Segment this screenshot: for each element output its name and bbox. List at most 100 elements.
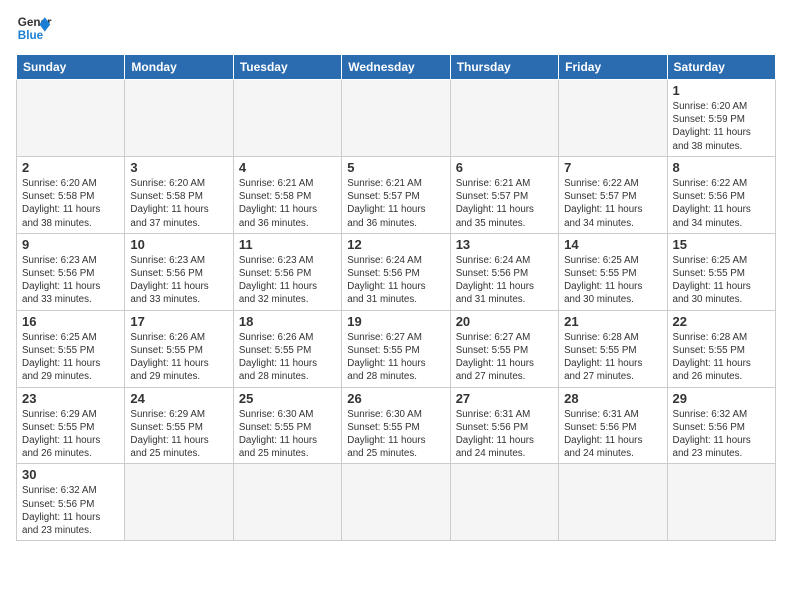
day-info: Sunrise: 6:21 AM Sunset: 5:57 PM Dayligh… [456,177,553,230]
day-info: Sunrise: 6:29 AM Sunset: 5:55 PM Dayligh… [22,408,119,461]
calendar-day-cell [125,464,233,541]
calendar-day-cell: 28 Sunrise: 6:31 AM Sunset: 5:56 PM Dayli… [559,387,667,464]
calendar-day-cell [17,80,125,157]
calendar-day-cell: 26 Sunrise: 6:30 AM Sunset: 5:55 PM Dayli… [342,387,450,464]
calendar-day-cell: 4 Sunrise: 6:21 AM Sunset: 5:58 PM Daylig… [233,156,341,233]
day-number: 21 [564,314,661,329]
day-number: 20 [456,314,553,329]
calendar-header-saturday: Saturday [667,55,775,80]
calendar-day-cell [559,80,667,157]
day-number: 29 [673,391,770,406]
calendar-day-cell: 5Sunrise: 6:21 AM Sunset: 5:57 PM Daylig… [342,156,450,233]
day-info: Sunrise: 6:26 AM Sunset: 5:55 PM Dayligh… [239,331,336,384]
day-number: 19 [347,314,444,329]
day-number: 4 [239,160,336,175]
day-number: 26 [347,391,444,406]
day-number: 1 [673,83,770,98]
day-info: Sunrise: 6:28 AM Sunset: 5:55 PM Dayligh… [673,331,770,384]
calendar-day-cell [342,80,450,157]
day-info: Sunrise: 6:29 AM Sunset: 5:55 PM Dayligh… [130,408,227,461]
calendar-day-cell: 3Sunrise: 6:20 AM Sunset: 5:58 PM Daylig… [125,156,233,233]
day-info: Sunrise: 6:22 AM Sunset: 5:57 PM Dayligh… [564,177,661,230]
day-info: Sunrise: 6:23 AM Sunset: 5:56 PM Dayligh… [130,254,227,307]
day-number: 17 [130,314,227,329]
calendar-day-cell: 7 Sunrise: 6:22 AM Sunset: 5:57 PM Daylig… [559,156,667,233]
day-number: 24 [130,391,227,406]
calendar-day-cell: 18 Sunrise: 6:26 AM Sunset: 5:55 PM Dayli… [233,310,341,387]
calendar-day-cell: 15Sunrise: 6:25 AM Sunset: 5:55 PM Dayli… [667,233,775,310]
day-number: 13 [456,237,553,252]
day-number: 2 [22,160,119,175]
calendar-day-cell: 30Sunrise: 6:32 AM Sunset: 5:56 PM Dayli… [17,464,125,541]
day-number: 22 [673,314,770,329]
calendar-day-cell: 19 Sunrise: 6:27 AM Sunset: 5:55 PM Dayli… [342,310,450,387]
day-info: Sunrise: 6:31 AM Sunset: 5:56 PM Dayligh… [564,408,661,461]
day-number: 8 [673,160,770,175]
calendar-day-cell: 29 Sunrise: 6:32 AM Sunset: 5:56 PM Dayli… [667,387,775,464]
day-info: Sunrise: 6:25 AM Sunset: 5:55 PM Dayligh… [564,254,661,307]
day-info: Sunrise: 6:24 AM Sunset: 5:56 PM Dayligh… [347,254,444,307]
calendar-week-row: 23 Sunrise: 6:29 AM Sunset: 5:55 PM Dayli… [17,387,776,464]
calendar-day-cell [450,464,558,541]
calendar-day-cell: 9Sunrise: 6:23 AM Sunset: 5:56 PM Daylig… [17,233,125,310]
calendar-day-cell [450,80,558,157]
day-info: Sunrise: 6:21 AM Sunset: 5:57 PM Dayligh… [347,177,444,230]
day-info: Sunrise: 6:21 AM Sunset: 5:58 PM Dayligh… [239,177,336,230]
day-info: Sunrise: 6:24 AM Sunset: 5:56 PM Dayligh… [456,254,553,307]
calendar-day-cell: 20 Sunrise: 6:27 AM Sunset: 5:55 PM Dayli… [450,310,558,387]
calendar-day-cell [667,464,775,541]
calendar-day-cell: 16 Sunrise: 6:25 AM Sunset: 5:55 PM Dayli… [17,310,125,387]
day-number: 16 [22,314,119,329]
day-info: Sunrise: 6:23 AM Sunset: 5:56 PM Dayligh… [239,254,336,307]
day-info: Sunrise: 6:27 AM Sunset: 5:55 PM Dayligh… [347,331,444,384]
header: General Blue [16,10,776,46]
calendar-week-row: 2 Sunrise: 6:20 AM Sunset: 5:58 PM Daylig… [17,156,776,233]
day-info: Sunrise: 6:25 AM Sunset: 5:55 PM Dayligh… [22,331,119,384]
calendar-day-cell [559,464,667,541]
day-number: 7 [564,160,661,175]
calendar-day-cell: 21 Sunrise: 6:28 AM Sunset: 5:55 PM Dayli… [559,310,667,387]
calendar-day-cell [342,464,450,541]
day-number: 23 [22,391,119,406]
day-info: Sunrise: 6:27 AM Sunset: 5:55 PM Dayligh… [456,331,553,384]
calendar-day-cell: 8 Sunrise: 6:22 AM Sunset: 5:56 PM Daylig… [667,156,775,233]
calendar-week-row: 9Sunrise: 6:23 AM Sunset: 5:56 PM Daylig… [17,233,776,310]
calendar-day-cell: 13 Sunrise: 6:24 AM Sunset: 5:56 PM Dayli… [450,233,558,310]
day-info: Sunrise: 6:23 AM Sunset: 5:56 PM Dayligh… [22,254,119,307]
day-info: Sunrise: 6:31 AM Sunset: 5:56 PM Dayligh… [456,408,553,461]
calendar-day-cell [233,464,341,541]
generalblue-logo-icon: General Blue [16,10,52,46]
day-info: Sunrise: 6:32 AM Sunset: 5:56 PM Dayligh… [673,408,770,461]
calendar-day-cell: 25Sunrise: 6:30 AM Sunset: 5:55 PM Dayli… [233,387,341,464]
calendar-day-cell: 12Sunrise: 6:24 AM Sunset: 5:56 PM Dayli… [342,233,450,310]
day-number: 18 [239,314,336,329]
day-info: Sunrise: 6:20 AM Sunset: 5:59 PM Dayligh… [673,100,770,153]
calendar-week-row: 16 Sunrise: 6:25 AM Sunset: 5:55 PM Dayli… [17,310,776,387]
calendar-header-sunday: Sunday [17,55,125,80]
calendar-header-monday: Monday [125,55,233,80]
calendar-day-cell: 11 Sunrise: 6:23 AM Sunset: 5:56 PM Dayli… [233,233,341,310]
calendar-day-cell [125,80,233,157]
calendar-day-cell: 6Sunrise: 6:21 AM Sunset: 5:57 PM Daylig… [450,156,558,233]
day-info: Sunrise: 6:30 AM Sunset: 5:55 PM Dayligh… [347,408,444,461]
day-number: 28 [564,391,661,406]
calendar-day-cell [233,80,341,157]
svg-text:Blue: Blue [18,29,44,42]
calendar-day-cell: 14 Sunrise: 6:25 AM Sunset: 5:55 PM Dayli… [559,233,667,310]
calendar-day-cell: 23 Sunrise: 6:29 AM Sunset: 5:55 PM Dayli… [17,387,125,464]
calendar-header-tuesday: Tuesday [233,55,341,80]
day-number: 14 [564,237,661,252]
calendar-header-wednesday: Wednesday [342,55,450,80]
day-number: 10 [130,237,227,252]
calendar-header-row: SundayMondayTuesdayWednesdayThursdayFrid… [17,55,776,80]
day-info: Sunrise: 6:20 AM Sunset: 5:58 PM Dayligh… [22,177,119,230]
logo: General Blue [16,10,52,46]
day-number: 11 [239,237,336,252]
day-info: Sunrise: 6:20 AM Sunset: 5:58 PM Dayligh… [130,177,227,230]
day-info: Sunrise: 6:28 AM Sunset: 5:55 PM Dayligh… [564,331,661,384]
page: General Blue SundayMondayTuesdayWednesda… [0,0,792,612]
day-info: Sunrise: 6:32 AM Sunset: 5:56 PM Dayligh… [22,484,119,537]
calendar-header-thursday: Thursday [450,55,558,80]
day-info: Sunrise: 6:30 AM Sunset: 5:55 PM Dayligh… [239,408,336,461]
day-info: Sunrise: 6:22 AM Sunset: 5:56 PM Dayligh… [673,177,770,230]
